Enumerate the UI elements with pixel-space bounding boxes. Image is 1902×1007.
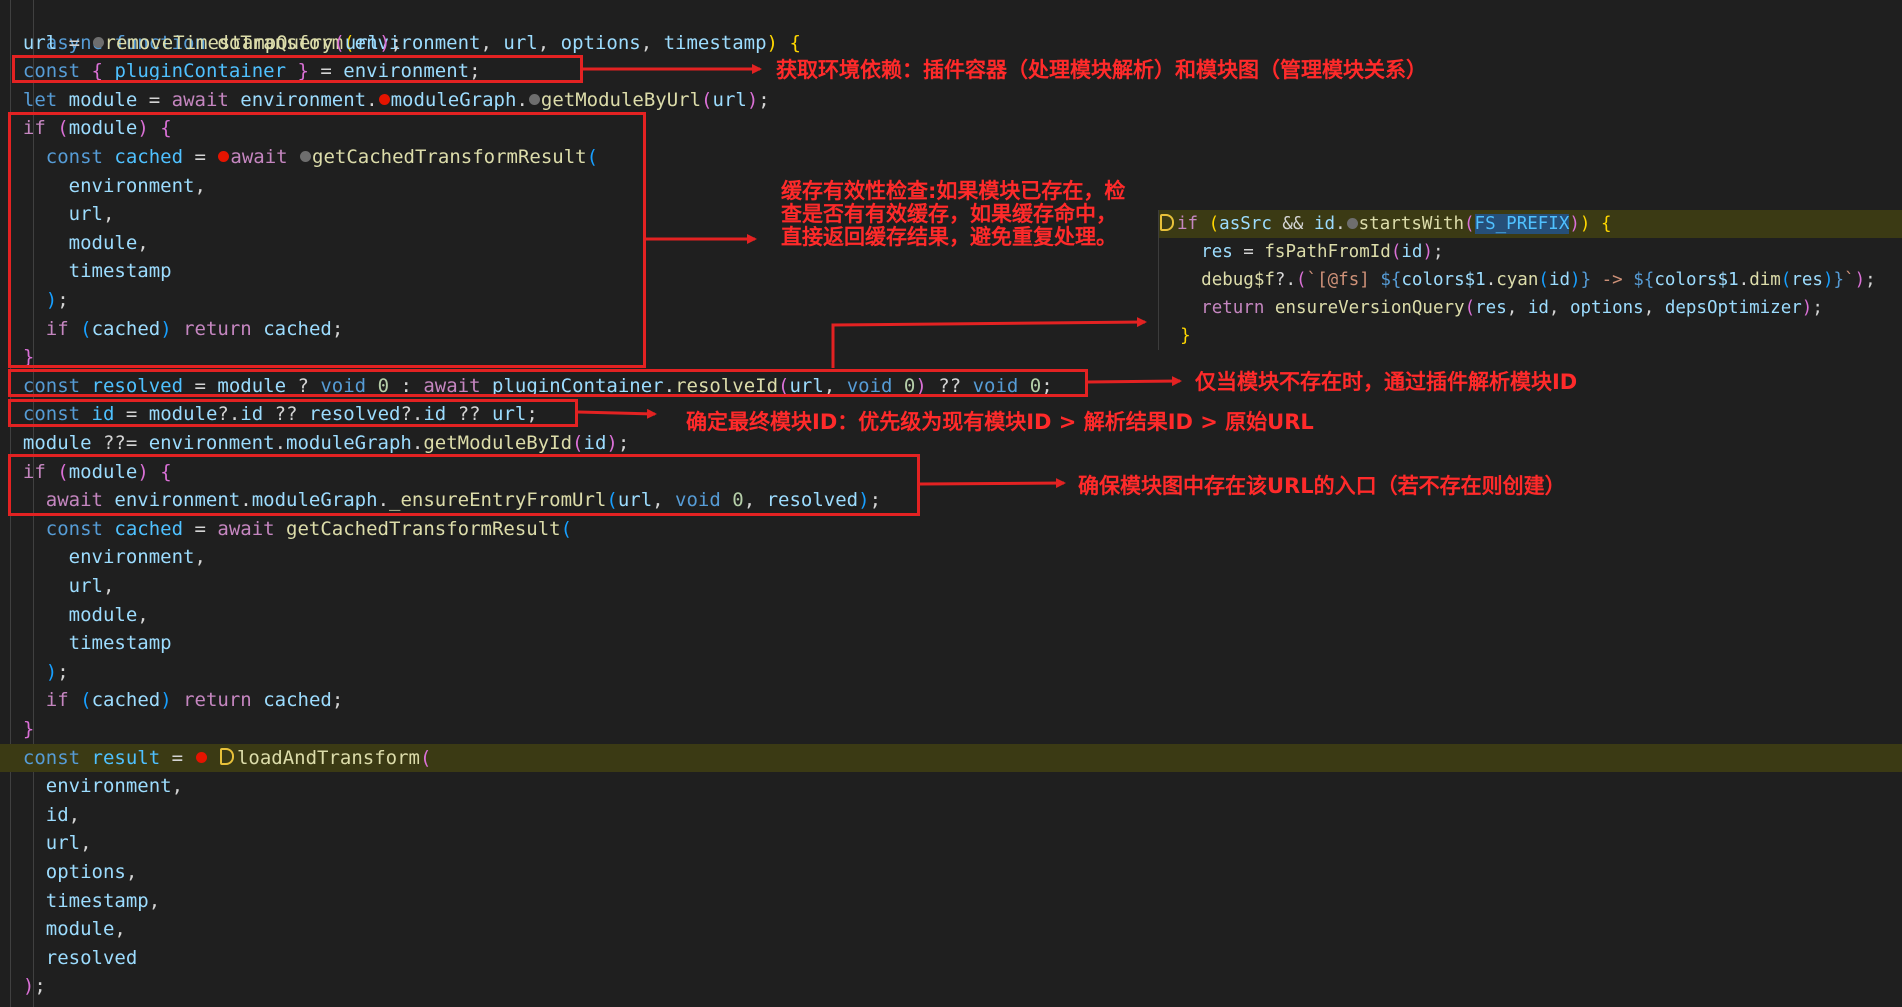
annotation-env-deps: 获取环境依赖：插件容器（处理模块解析）和模块图（管理模块关系）: [776, 58, 1427, 82]
arrow-ensure-entry: [919, 478, 1066, 489]
annotation-ensure-entry: 确保模块图中存在该URL的入口（若不存在则创建）: [1078, 474, 1566, 498]
arrow-final-id: [577, 408, 657, 419]
annotation-resolve-only: 仅当模块不存在时，通过插件解析模块ID: [1195, 370, 1578, 394]
annotation-arrows: [577, 64, 1182, 489]
annotation-final-id: 确定最终模块ID：优先级为现有模块ID > 解析结果ID > 原始URL: [686, 410, 1314, 434]
arrow-resolve-only: [1087, 376, 1182, 387]
arrow-to-peek: [831, 317, 1147, 368]
annotation-cache-check: 缓存有效性检查:如果模块已存在，检查是否有有效缓存，如果缓存命中，直接返回缓存结…: [781, 179, 1126, 249]
